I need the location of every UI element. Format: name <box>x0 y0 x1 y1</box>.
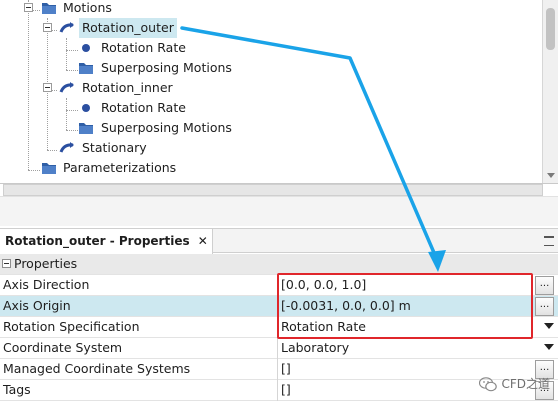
column-divider <box>277 317 278 338</box>
tree-item-label: Rotation_outer <box>79 18 177 38</box>
bullet-icon <box>82 44 90 52</box>
collapse-toggle[interactable] <box>43 83 52 92</box>
minimize-icon[interactable] <box>544 236 554 246</box>
watermark-text: CFD之道 <box>501 377 550 391</box>
tree-item-label: Superposing Motions <box>101 120 232 135</box>
ellipsis-button[interactable]: ... <box>535 276 554 295</box>
tree-item-label: Parameterizations <box>63 160 177 175</box>
tree-item-superposing-motions[interactable]: Superposing Motions <box>0 118 300 138</box>
scroll-down-arrow-icon[interactable] <box>547 173 555 178</box>
tree-horizontal-scrollbar[interactable] <box>3 184 543 196</box>
property-value[interactable]: [0.0, 0.0, 1.0] <box>281 275 366 295</box>
group-label: Properties <box>14 256 78 271</box>
tree-item-label: Rotation_inner <box>82 80 173 95</box>
tree-item-rotation-rate[interactable]: Rotation Rate <box>0 38 300 58</box>
folder-icon <box>42 3 56 14</box>
column-divider <box>277 275 278 296</box>
rotation-motion-icon <box>59 82 74 93</box>
scrollbar-thumb[interactable] <box>546 8 555 50</box>
property-row-tags[interactable]: Tags [] ... <box>0 380 558 401</box>
tree-item-label: Rotation Rate <box>101 100 186 115</box>
tree-panel-footer <box>0 196 558 226</box>
ellipsis-button[interactable]: ... <box>535 297 554 316</box>
collapse-toggle[interactable] <box>2 259 11 268</box>
properties-tab-bar: Rotation_outer - Properties ✕ <box>0 228 558 254</box>
collapse-toggle[interactable] <box>43 23 52 32</box>
property-row-coordinate-system[interactable]: Coordinate System Laboratory <box>0 338 558 359</box>
property-row-managed-coordinate-systems[interactable]: Managed Coordinate Systems [] ... <box>0 359 558 380</box>
property-value[interactable]: [-0.0031, 0.0, 0.0] m <box>281 296 411 316</box>
property-name: Axis Direction <box>3 277 90 292</box>
property-row-axis-direction[interactable]: Axis Direction [0.0, 0.0, 1.0] ... <box>0 275 558 296</box>
property-row-axis-origin[interactable]: Axis Origin [-0.0031, 0.0, 0.0] m ... <box>0 296 558 317</box>
rotation-motion-icon <box>59 22 74 33</box>
property-value[interactable]: [] <box>281 359 291 379</box>
dropdown-arrow-icon[interactable] <box>544 344 554 350</box>
collapse-toggle[interactable] <box>24 3 33 12</box>
property-name: Rotation Specification <box>3 319 140 334</box>
folder-icon <box>79 123 93 134</box>
tree-vertical-scrollbar[interactable] <box>542 0 558 183</box>
tree-item-parameterizations[interactable]: Parameterizations <box>0 158 300 178</box>
properties-panel: Rotation_outer - Properties ✕ Properties… <box>0 228 558 410</box>
tree-item-label: Rotation Rate <box>101 40 186 55</box>
folder-icon <box>79 63 93 74</box>
properties-tab-title: Rotation_outer - Properties <box>5 234 190 248</box>
property-value[interactable]: Laboratory <box>281 338 349 358</box>
property-name: Coordinate System <box>3 340 123 355</box>
column-divider <box>277 380 278 401</box>
column-divider <box>277 359 278 380</box>
tree-item-rotation-outer[interactable]: Rotation_outer <box>0 18 300 38</box>
tree-item-motions[interactable]: Motions <box>0 0 300 18</box>
property-name: Tags <box>3 382 31 397</box>
simulation-tree: Motions Rotation_outer Rotation Rate Sup… <box>0 0 558 184</box>
folder-icon <box>42 163 56 174</box>
wechat-icon <box>479 377 498 392</box>
property-name: Axis Origin <box>3 298 71 313</box>
dropdown-arrow-icon[interactable] <box>544 323 554 329</box>
property-name: Managed Coordinate Systems <box>3 361 191 376</box>
bullet-icon <box>82 104 90 112</box>
stationary-motion-icon <box>59 142 74 153</box>
column-divider <box>277 338 278 359</box>
tree-item-label: Superposing Motions <box>101 60 232 75</box>
tree-item-stationary[interactable]: Stationary <box>0 138 300 158</box>
tree-item-label: Stationary <box>82 140 147 155</box>
properties-tab[interactable]: Rotation_outer - Properties ✕ <box>0 229 213 254</box>
properties-group-header[interactable]: Properties <box>0 254 558 275</box>
close-icon[interactable]: ✕ <box>198 234 208 248</box>
tree-item-superposing-motions[interactable]: Superposing Motions <box>0 58 300 78</box>
tree-item-rotation-rate[interactable]: Rotation Rate <box>0 98 300 118</box>
property-row-rotation-specification[interactable]: Rotation Specification Rotation Rate <box>0 317 558 338</box>
property-value[interactable]: [] <box>281 380 291 400</box>
tree-item-rotation-inner[interactable]: Rotation_inner <box>0 78 300 98</box>
watermark: CFD之道 <box>479 375 550 392</box>
tree-item-label: Motions <box>63 0 112 15</box>
property-value[interactable]: Rotation Rate <box>281 317 366 337</box>
column-divider <box>277 296 278 317</box>
